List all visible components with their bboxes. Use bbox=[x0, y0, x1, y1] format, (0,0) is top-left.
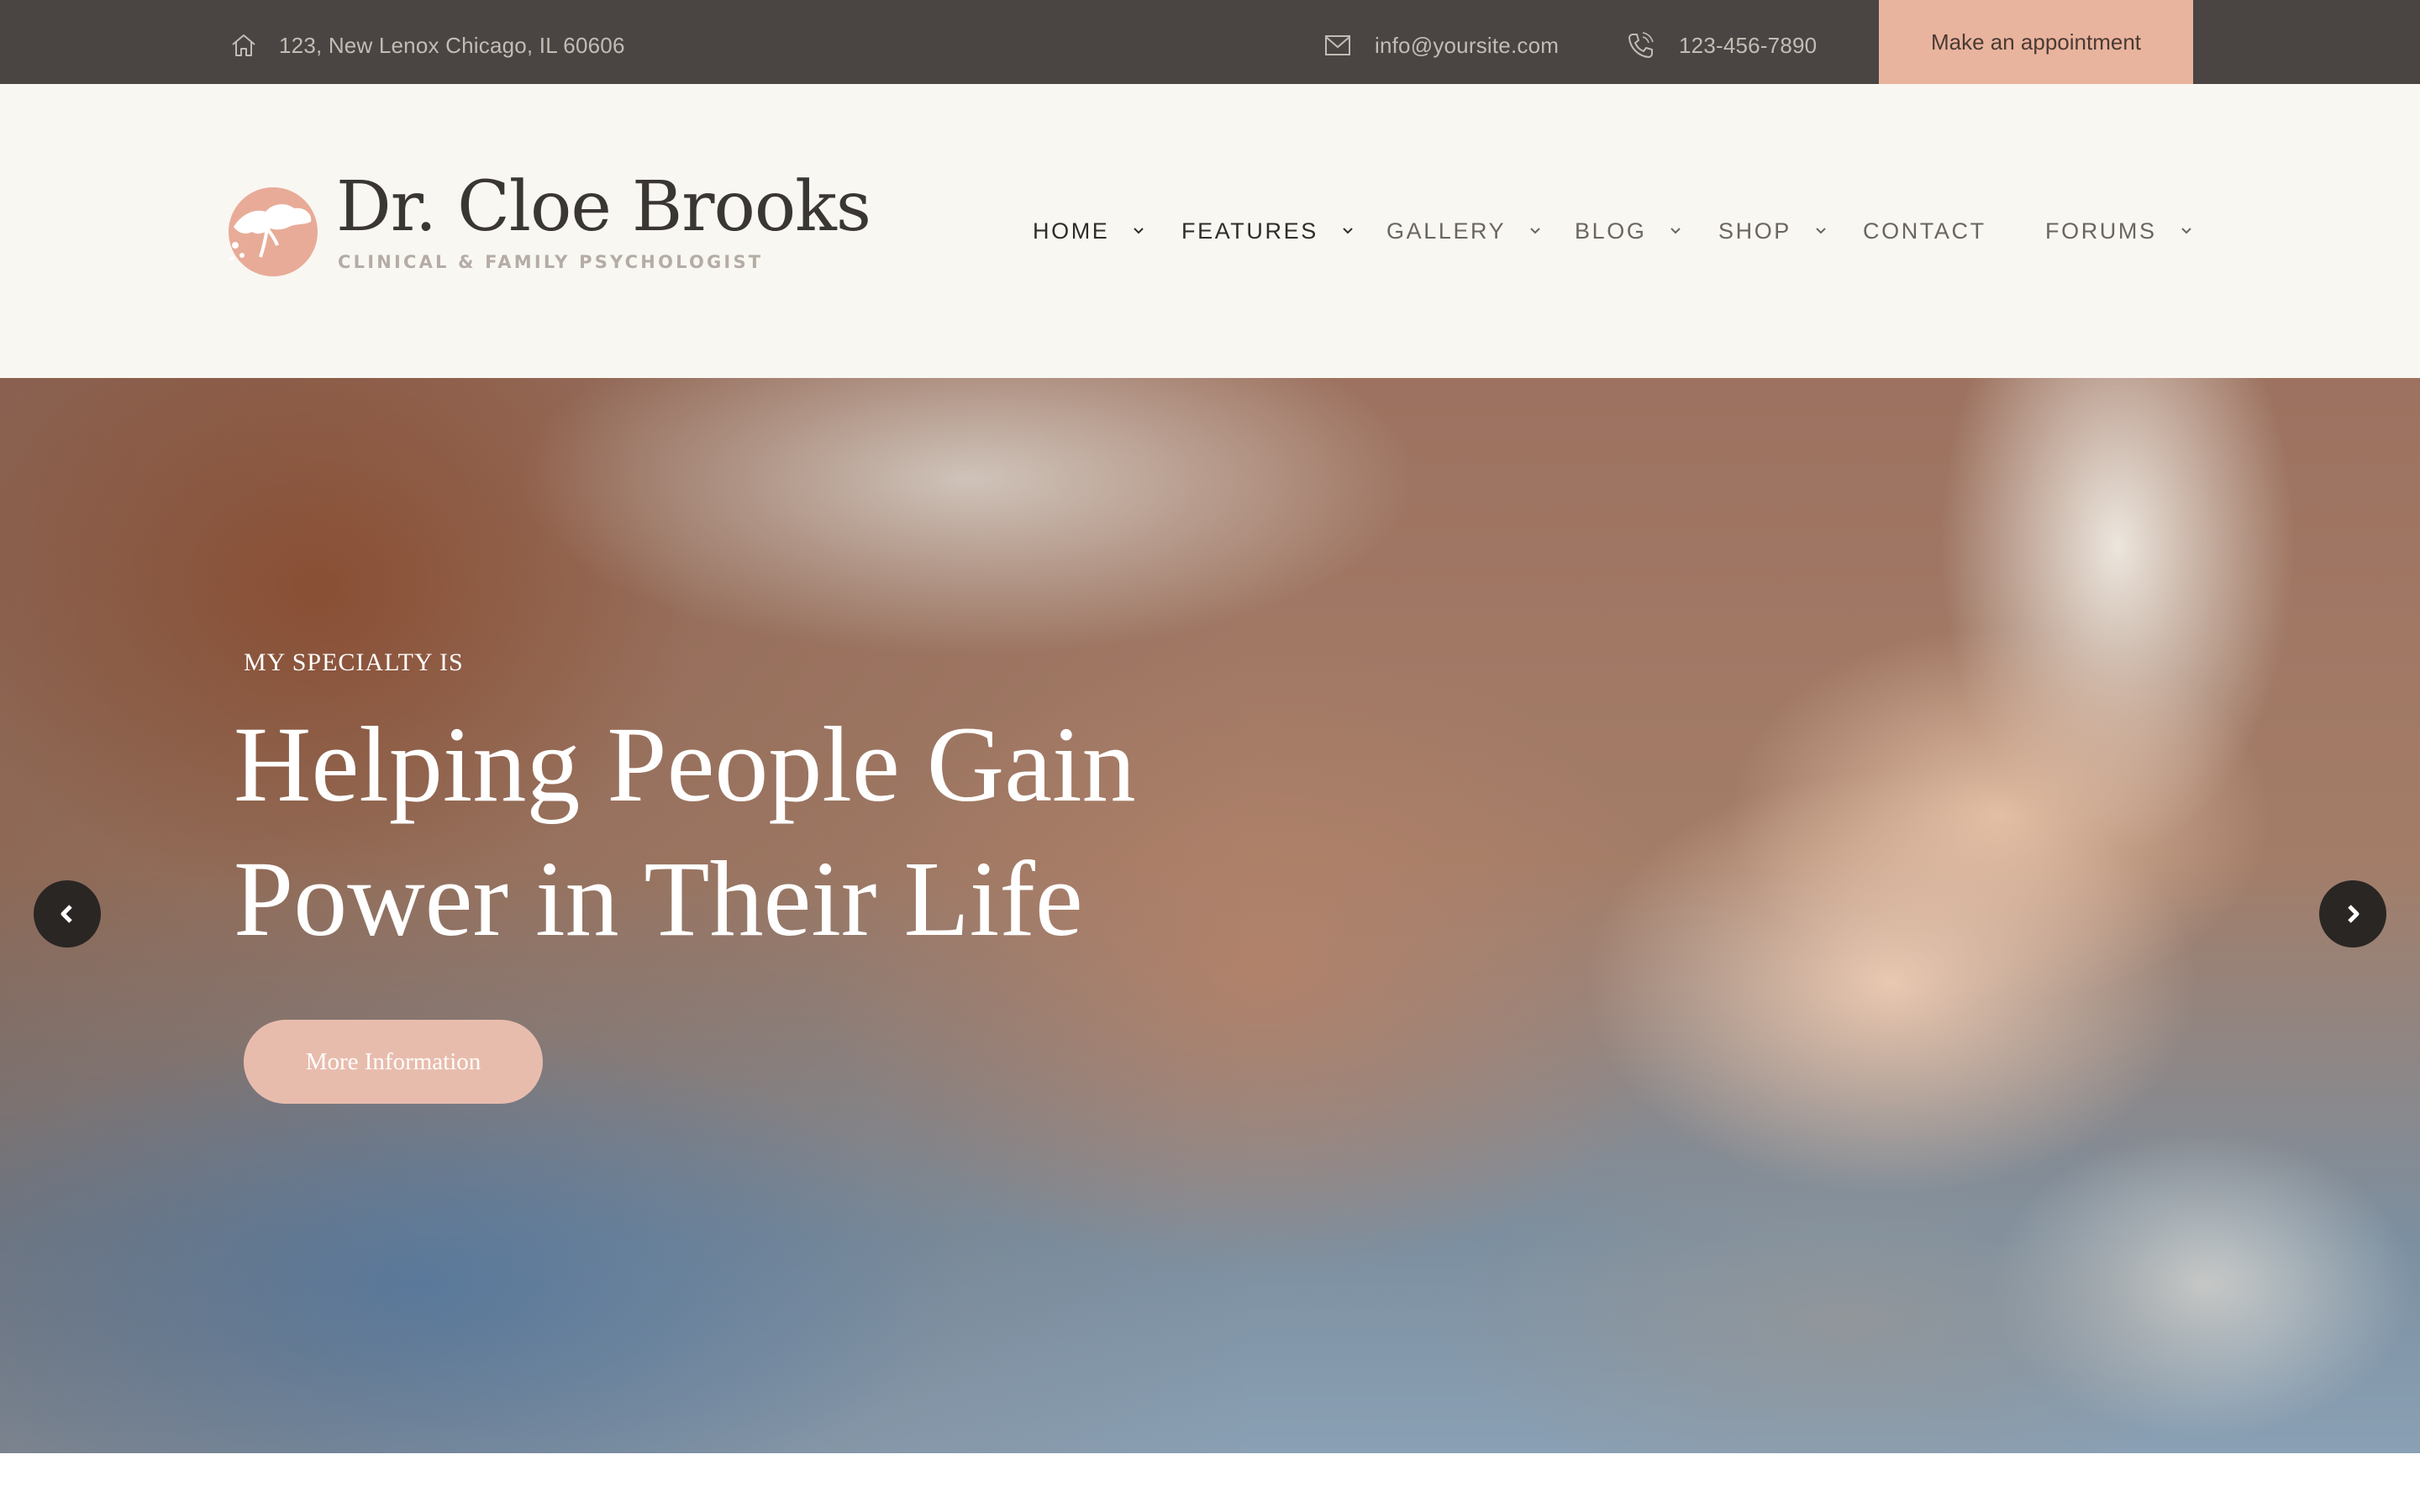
more-information-button[interactable]: More Information bbox=[244, 1020, 543, 1104]
nav-item-label: SHOP bbox=[1718, 218, 1791, 244]
slider-next-button[interactable] bbox=[2319, 880, 2386, 948]
nav-item-features[interactable]: FEATURES bbox=[1181, 84, 1355, 378]
chevron-right-icon bbox=[2348, 905, 2360, 923]
chevron-down-icon bbox=[1134, 228, 1144, 234]
nav-item-forums[interactable]: FORUMS bbox=[2045, 84, 2194, 378]
nav-item-label: BLOG bbox=[1575, 218, 1647, 244]
phone-info[interactable]: 123-456-7890 bbox=[1627, 0, 1817, 91]
nav-item-shop[interactable]: SHOP bbox=[1718, 84, 1828, 378]
hero-title-line-2: Power in Their Life bbox=[234, 839, 1083, 958]
phone-icon bbox=[1628, 32, 1654, 58]
main-nav: HOME FEATURES GALLERY BLOG SHOP CONTACT … bbox=[0, 84, 2420, 378]
email-link[interactable]: info@yoursite.com bbox=[1375, 33, 1559, 59]
site-header: Dr. Cloe Brooks CLINICAL & FAMILY PSYCHO… bbox=[0, 84, 2420, 378]
make-appointment-button[interactable]: Make an appointment bbox=[1879, 0, 2193, 84]
chevron-left-icon bbox=[60, 905, 72, 923]
chevron-down-icon bbox=[1670, 228, 1681, 234]
slider-prev-button[interactable] bbox=[34, 880, 101, 948]
nav-item-home[interactable]: HOME bbox=[1033, 84, 1146, 378]
top-bar: 123, New Lenox Chicago, IL 60606 info@yo… bbox=[0, 0, 2420, 84]
nav-item-label: GALLERY bbox=[1386, 218, 1507, 244]
envelope-icon bbox=[1325, 35, 1350, 55]
chevron-down-icon bbox=[1530, 228, 1540, 234]
hero-kicker: MY SPECIALTY IS bbox=[244, 648, 464, 676]
hero-slider: MY SPECIALTY IS Helping People Gain Powe… bbox=[0, 378, 2420, 1453]
phone-link[interactable]: 123-456-7890 bbox=[1679, 33, 1817, 59]
chevron-down-icon bbox=[1343, 228, 1353, 234]
address-info: 123, New Lenox Chicago, IL 60606 bbox=[230, 0, 625, 91]
hero-title: Helping People Gain Power in Their Life bbox=[234, 697, 1326, 966]
nav-item-gallery[interactable]: GALLERY bbox=[1386, 84, 1543, 378]
chevron-down-icon bbox=[1816, 228, 1826, 234]
address-text: 123, New Lenox Chicago, IL 60606 bbox=[279, 32, 625, 58]
nav-item-contact[interactable]: CONTACT bbox=[1863, 84, 1986, 378]
home-icon bbox=[232, 34, 255, 56]
hero-title-line-1: Helping People Gain bbox=[234, 705, 1136, 824]
nav-item-label: CONTACT bbox=[1863, 218, 1986, 244]
nav-item-label: FEATURES bbox=[1181, 218, 1318, 244]
nav-item-label: FORUMS bbox=[2045, 218, 2157, 244]
chevron-down-icon bbox=[2181, 228, 2191, 234]
nav-item-blog[interactable]: BLOG bbox=[1575, 84, 1683, 378]
email-info[interactable]: info@yoursite.com bbox=[1324, 0, 1559, 91]
nav-item-label: HOME bbox=[1033, 218, 1110, 244]
